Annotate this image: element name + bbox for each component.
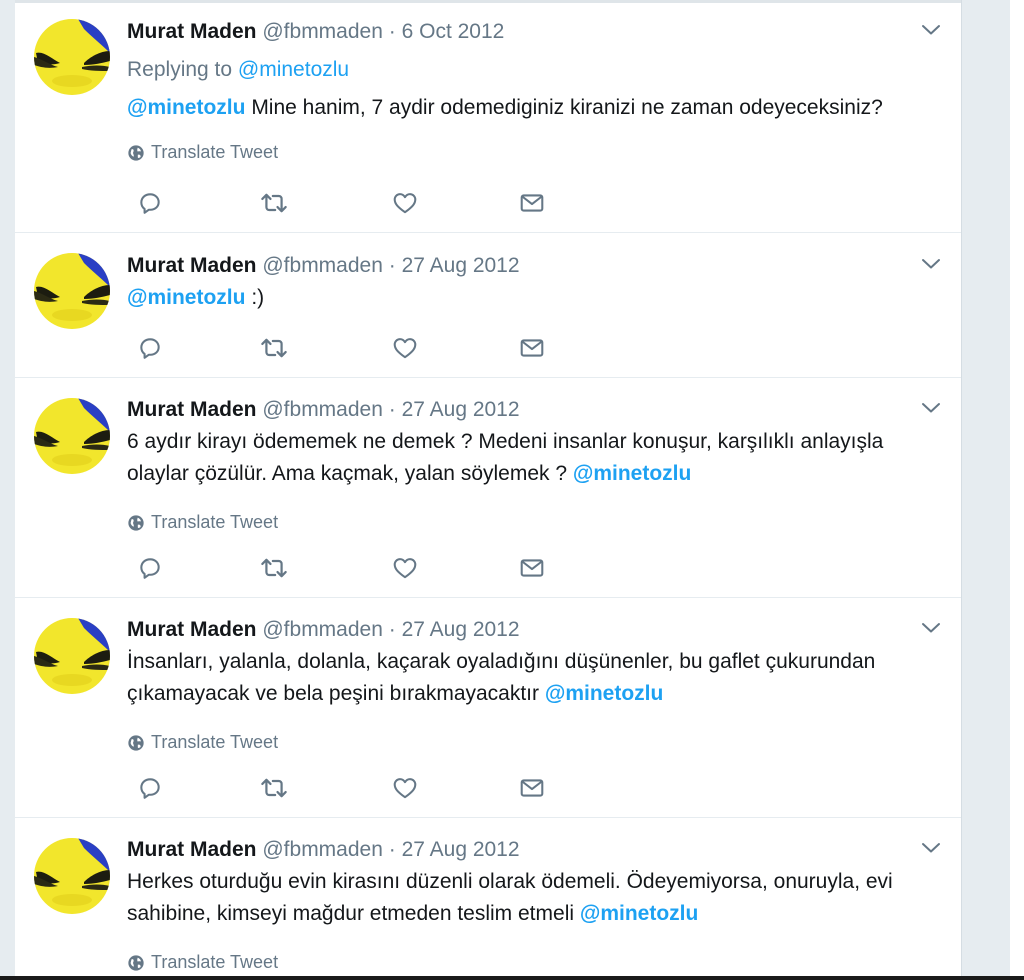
reply-icon[interactable] — [135, 773, 165, 803]
tweet-body: Herkes oturduğu evin kirasını düzenli ol… — [127, 870, 893, 925]
tweet[interactable]: Murat Maden @fbmmaden · 27 Aug 2012 6 ay… — [15, 378, 961, 598]
envelope-icon[interactable] — [517, 333, 547, 363]
tweet-timeline: Murat Maden @fbmmaden · 6 Oct 2012 Reply… — [14, 0, 962, 980]
tweet-body: İnsanları, yalanla, dolanla, kaçarak oya… — [127, 650, 876, 705]
mention-link[interactable]: @minetozlu — [127, 96, 245, 119]
reply-icon[interactable] — [135, 553, 165, 583]
tweet-actions — [135, 773, 555, 803]
replying-to-link[interactable]: @minetozlu — [238, 58, 349, 81]
author-handle[interactable]: @fbmmaden — [262, 838, 383, 861]
tweet-content: Murat Maden @fbmmaden · 27 Aug 2012 @min… — [127, 252, 943, 314]
heart-icon[interactable] — [390, 553, 420, 583]
right-margin — [1010, 0, 1024, 980]
tweet-header: Murat Maden @fbmmaden · 27 Aug 2012 — [127, 836, 943, 864]
tweet-date[interactable]: 27 Aug 2012 — [402, 838, 520, 861]
author-handle[interactable]: @fbmmaden — [262, 254, 383, 277]
tweet-text: Herkes oturduğu evin kirasını düzenli ol… — [127, 866, 943, 930]
tweet-header: Murat Maden @fbmmaden · 27 Aug 2012 — [127, 252, 943, 280]
globe-icon — [127, 144, 145, 162]
header-separator: · — [388, 254, 396, 277]
chevron-down-icon[interactable] — [919, 836, 943, 860]
tweet-actions — [135, 333, 555, 363]
heart-icon[interactable] — [390, 188, 420, 218]
author-name[interactable]: Murat Maden — [127, 398, 257, 421]
avatar[interactable] — [34, 253, 110, 329]
reply-icon[interactable] — [135, 188, 165, 218]
tweet-actions — [135, 188, 555, 218]
tweet-actions — [135, 553, 555, 583]
tweet[interactable]: Murat Maden @fbmmaden · 27 Aug 2012 İnsa… — [15, 598, 961, 818]
avatar[interactable] — [34, 398, 110, 474]
replying-to: Replying to @minetozlu — [127, 56, 943, 84]
translate-tweet[interactable]: Translate Tweet — [127, 952, 943, 973]
author-handle[interactable]: @fbmmaden — [262, 20, 383, 43]
envelope-icon[interactable] — [517, 188, 547, 218]
tweet-body: :) — [245, 286, 265, 309]
globe-icon — [127, 514, 145, 532]
tweet-content: Murat Maden @fbmmaden · 27 Aug 2012 İnsa… — [127, 616, 943, 753]
globe-icon — [127, 734, 145, 752]
header-separator: · — [388, 838, 396, 861]
retweet-icon[interactable] — [259, 553, 289, 583]
chevron-down-icon[interactable] — [919, 396, 943, 420]
author-handle[interactable]: @fbmmaden — [262, 618, 383, 641]
header-separator: · — [388, 618, 396, 641]
envelope-icon[interactable] — [517, 773, 547, 803]
author-name[interactable]: Murat Maden — [127, 20, 257, 43]
tweet-header: Murat Maden @fbmmaden · 27 Aug 2012 — [127, 396, 943, 424]
mention-link[interactable]: @minetozlu — [573, 462, 691, 485]
retweet-icon[interactable] — [259, 773, 289, 803]
author-handle[interactable]: @fbmmaden — [262, 398, 383, 421]
tweet-body: Mine hanim, 7 aydir odemediginiz kiraniz… — [245, 96, 883, 119]
header-separator: · — [388, 20, 396, 43]
chevron-down-icon[interactable] — [919, 18, 943, 42]
tweet[interactable]: Murat Maden @fbmmaden · 27 Aug 2012 Herk… — [15, 818, 961, 980]
avatar[interactable] — [34, 19, 110, 95]
replying-label: Replying to — [127, 58, 233, 81]
envelope-icon[interactable] — [517, 553, 547, 583]
bottom-edge — [0, 976, 1024, 980]
tweet-header: Murat Maden @fbmmaden · 6 Oct 2012 — [127, 18, 943, 46]
author-name[interactable]: Murat Maden — [127, 838, 257, 861]
translate-label[interactable]: Translate Tweet — [151, 732, 278, 753]
translate-tweet[interactable]: Translate Tweet — [127, 732, 943, 753]
tweet-content: Murat Maden @fbmmaden · 27 Aug 2012 6 ay… — [127, 396, 943, 533]
mention-link[interactable]: @minetozlu — [545, 682, 663, 705]
retweet-icon[interactable] — [259, 333, 289, 363]
tweet-text: 6 aydır kirayı ödememek ne demek ? Meden… — [127, 426, 943, 490]
chevron-down-icon[interactable] — [919, 616, 943, 640]
avatar[interactable] — [34, 618, 110, 694]
tweet[interactable]: Murat Maden @fbmmaden · 6 Oct 2012 Reply… — [15, 3, 961, 233]
translate-label[interactable]: Translate Tweet — [151, 952, 278, 973]
tweet-date[interactable]: 27 Aug 2012 — [402, 618, 520, 641]
tweet-header: Murat Maden @fbmmaden · 27 Aug 2012 — [127, 616, 943, 644]
tweet-text: İnsanları, yalanla, dolanla, kaçarak oya… — [127, 646, 943, 710]
tweet-content: Murat Maden @fbmmaden · 27 Aug 2012 Herk… — [127, 836, 943, 973]
tweet-body: 6 aydır kirayı ödememek ne demek ? Meden… — [127, 430, 884, 485]
header-separator: · — [388, 398, 396, 421]
tweet-text: @minetozlu :) — [127, 282, 943, 314]
reply-icon[interactable] — [135, 333, 165, 363]
retweet-icon[interactable] — [259, 188, 289, 218]
tweet-content: Murat Maden @fbmmaden · 6 Oct 2012 Reply… — [127, 18, 943, 163]
tweet-date[interactable]: 27 Aug 2012 — [402, 398, 520, 421]
tweet-date[interactable]: 27 Aug 2012 — [402, 254, 520, 277]
author-name[interactable]: Murat Maden — [127, 254, 257, 277]
translate-label[interactable]: Translate Tweet — [151, 142, 278, 163]
heart-icon[interactable] — [390, 333, 420, 363]
chevron-down-icon[interactable] — [919, 252, 943, 276]
mention-link[interactable]: @minetozlu — [580, 902, 698, 925]
translate-label[interactable]: Translate Tweet — [151, 512, 278, 533]
author-name[interactable]: Murat Maden — [127, 618, 257, 641]
tweet-date[interactable]: 6 Oct 2012 — [402, 20, 505, 43]
translate-tweet[interactable]: Translate Tweet — [127, 142, 943, 163]
tweet[interactable]: Murat Maden @fbmmaden · 27 Aug 2012 @min… — [15, 233, 961, 378]
heart-icon[interactable] — [390, 773, 420, 803]
globe-icon — [127, 954, 145, 972]
translate-tweet[interactable]: Translate Tweet — [127, 512, 943, 533]
mention-link[interactable]: @minetozlu — [127, 286, 245, 309]
avatar[interactable] — [34, 838, 110, 914]
tweet-text: @minetozlu Mine hanim, 7 aydir odemedigi… — [127, 92, 943, 124]
